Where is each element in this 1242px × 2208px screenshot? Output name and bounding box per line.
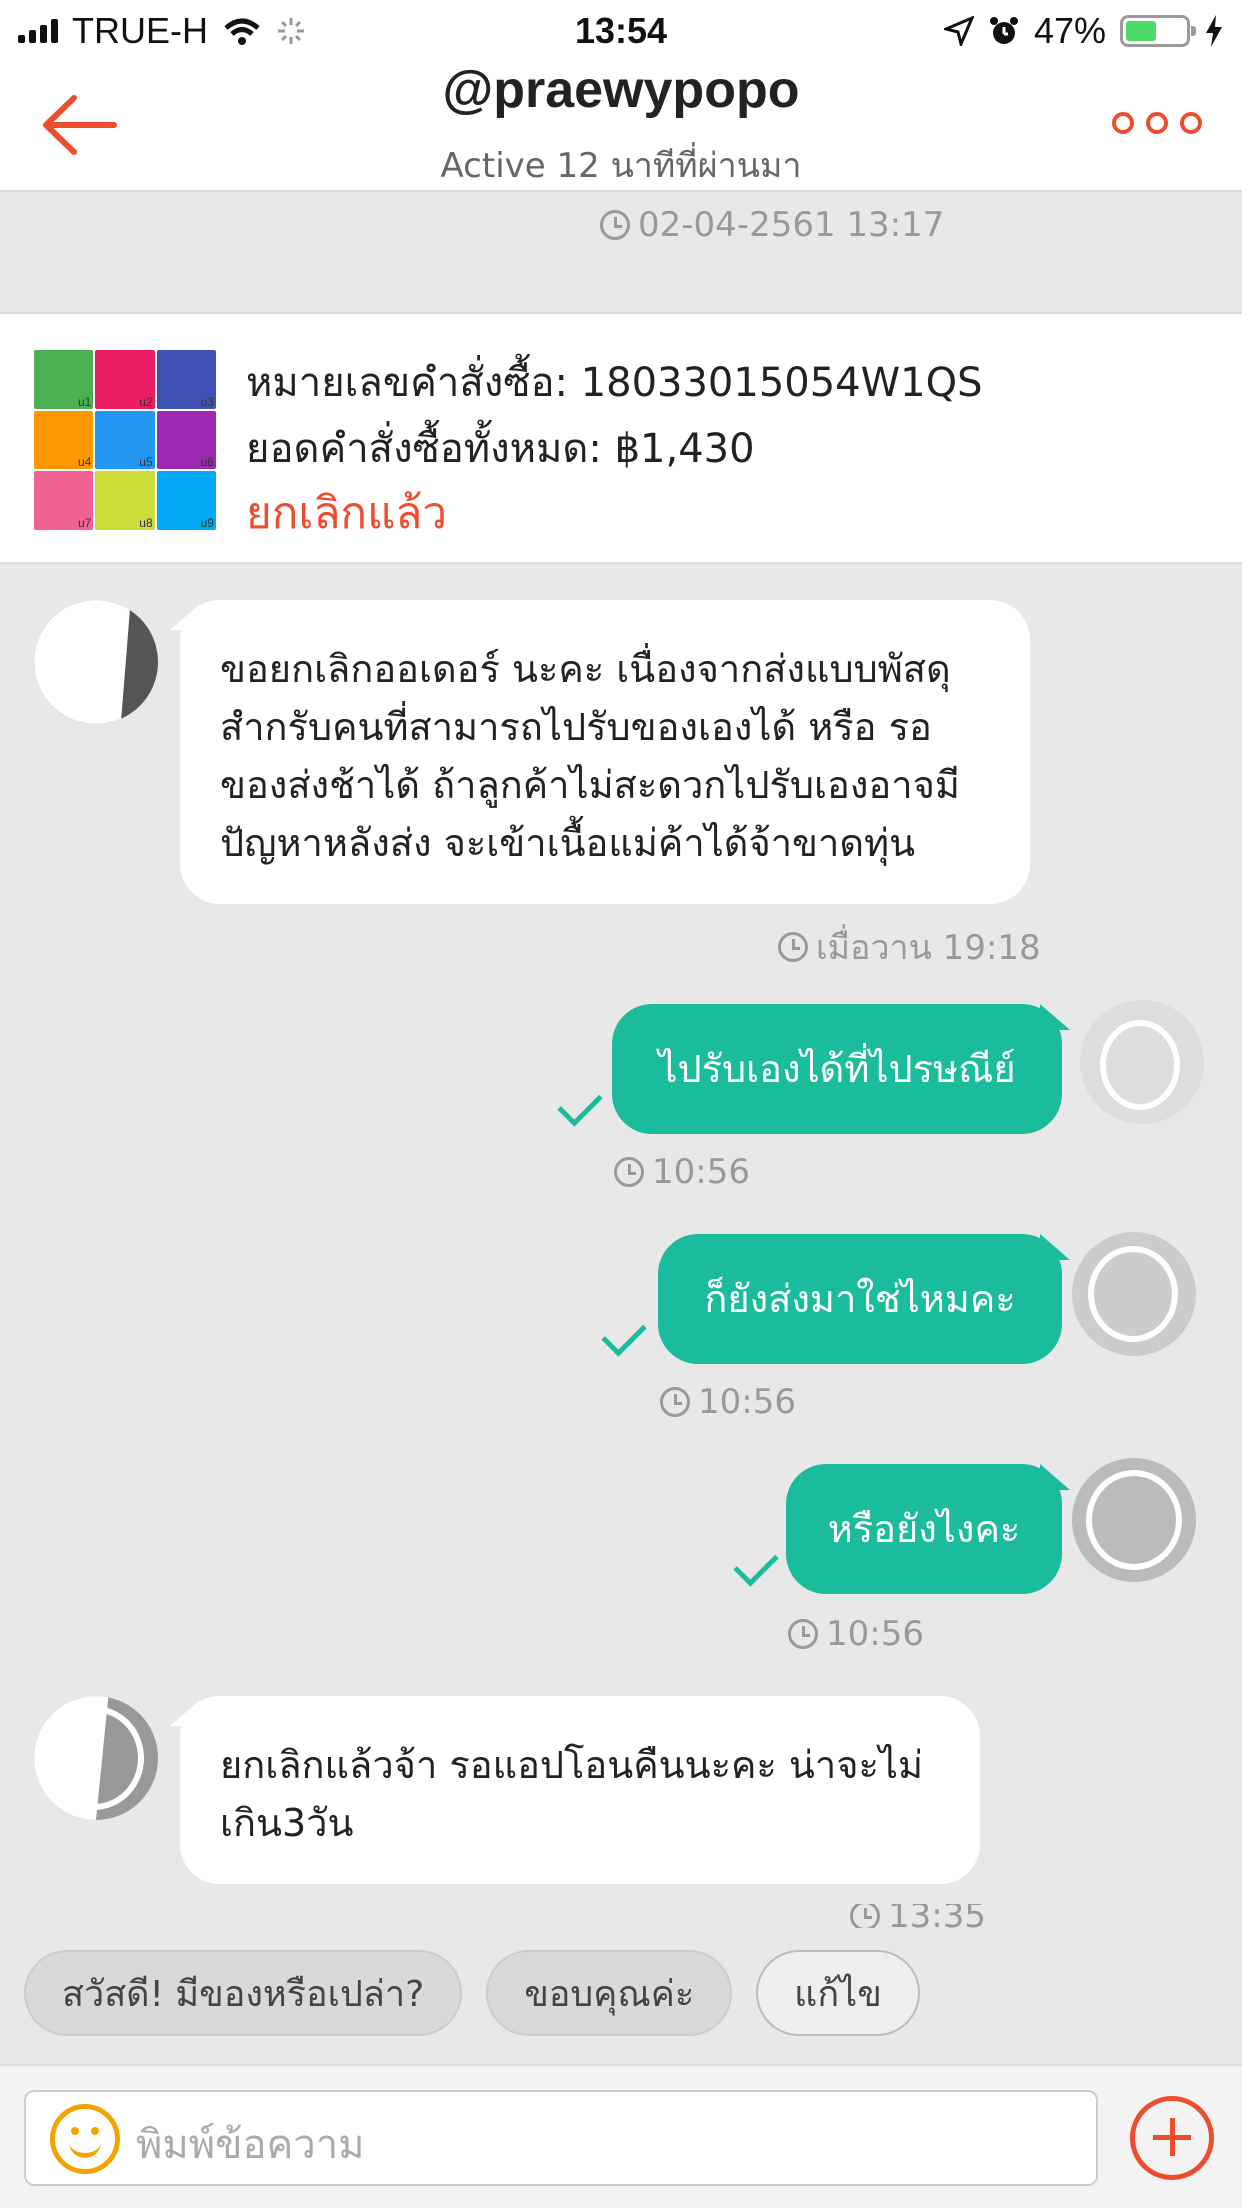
avatar[interactable] bbox=[34, 600, 158, 724]
active-status: Active 12 นาทีที่ผ่านมา bbox=[440, 146, 802, 186]
battery-percent: 47% bbox=[1033, 10, 1106, 51]
clock-icon bbox=[600, 210, 630, 240]
thumbnail-tile-label: u2 bbox=[139, 394, 153, 409]
thumbnail-tile: u3 bbox=[156, 350, 216, 409]
order-number: หมายเลขคำสั่งซื้อ: 18033015054W1QS bbox=[246, 360, 983, 406]
incoming-message-bubble[interactable]: ยกเลิกแล้วจ้า รอแอปโอนคืนนะคะ น่าจะไม่ เ… bbox=[180, 1696, 980, 1884]
charging-bolt-icon bbox=[1206, 15, 1222, 47]
thumbnail-tile-label: u9 bbox=[200, 516, 214, 530]
thumbnail-tile-label: u4 bbox=[77, 455, 92, 470]
status-bar: TRUE-H 13:54 47% bbox=[0, 0, 1242, 60]
message-timestamp: 10:56 bbox=[614, 1152, 750, 1192]
bubble-tail bbox=[1040, 1464, 1070, 1490]
sent-check-icon bbox=[601, 1311, 647, 1357]
thumbnail-tile: u5 bbox=[95, 410, 155, 470]
thumbnail-tile: u1 bbox=[34, 350, 94, 409]
message-timestamp: 10:56 bbox=[660, 1382, 796, 1422]
outgoing-message-bubble[interactable]: ก็ยังส่งมาใช่ไหมคะ bbox=[658, 1234, 1062, 1364]
outgoing-message-bubble[interactable]: ไปรับเองได้ที่ไปรษณีย์ bbox=[612, 1004, 1062, 1134]
quick-replies: สวัสดี! มีของหรือเปล่า? ขอบคุณค่ะ แก้ไข bbox=[24, 1950, 920, 2036]
clock-icon bbox=[788, 1619, 818, 1649]
thumbnail-tile: u6 bbox=[156, 410, 216, 470]
sent-check-icon bbox=[557, 1081, 603, 1127]
more-options-button[interactable] bbox=[1112, 112, 1202, 134]
avatar[interactable] bbox=[1080, 1000, 1204, 1124]
clock-icon bbox=[660, 1387, 690, 1417]
dot-icon bbox=[1146, 112, 1168, 134]
message-timestamp: 02-04-2561 13:17 bbox=[600, 205, 944, 245]
battery-icon bbox=[1120, 15, 1196, 47]
avatar[interactable] bbox=[1072, 1458, 1196, 1582]
message-text: ไปรับเองได้ที่ไปรษณีย์ bbox=[658, 1047, 1016, 1091]
quick-reply-chip[interactable]: สวัสดี! มีของหรือเปล่า? bbox=[24, 1950, 463, 2036]
message-line: ของส่งช้าได้ ถ้าลูกค้าไม่สะดวกไปรับเองอา… bbox=[220, 763, 960, 807]
thumbnail-tile-label: u1 bbox=[77, 394, 92, 409]
clock-icon bbox=[778, 932, 808, 962]
dot-icon bbox=[1112, 112, 1134, 134]
thumbnail-tile: u8 bbox=[95, 471, 155, 530]
clock-icon bbox=[850, 1904, 880, 1928]
location-arrow-icon bbox=[943, 16, 974, 46]
bubble-tail bbox=[1040, 1004, 1070, 1030]
quick-reply-chip[interactable]: ขอบคุณค่ะ bbox=[486, 1950, 733, 2036]
add-attachment-button[interactable] bbox=[1130, 2096, 1214, 2180]
chat-header: @praewypopo Active 12 นาทีที่ผ่านมา bbox=[0, 60, 1242, 192]
emoji-icon[interactable] bbox=[50, 2104, 120, 2174]
status-right: 47% bbox=[943, 10, 1224, 52]
avatar[interactable] bbox=[34, 1696, 158, 1820]
message-text: หรือยังไงคะ bbox=[827, 1507, 1021, 1551]
order-card[interactable]: u1 u2 u3 u4 u5 u6 u7 u8 u9 หมายเลขคำสั่งซื้อ: 18… bbox=[0, 312, 1242, 564]
message-line: สำกรับคนที่สามารถไปรับของเองได้ หรือ รอ bbox=[220, 705, 932, 749]
order-status: ยกเลิกแล้ว bbox=[246, 488, 448, 539]
order-total: ยอดคำสั่งซื้อทั้งหมด: ฿1,430 bbox=[246, 426, 755, 472]
message-input-bar: พิมพ์ข้อความ bbox=[0, 2064, 1242, 2208]
alarm-icon bbox=[989, 17, 1018, 44]
message-timestamp: 10:56 bbox=[788, 1614, 924, 1654]
message-line: เกิน3วัน bbox=[220, 1801, 354, 1845]
message-line: ปัญหาหลังส่ง จะเข้าเนื้อแม่ค้าได้จ้าขาดท… bbox=[220, 821, 916, 865]
thumbnail-tile-label: u8 bbox=[139, 516, 153, 530]
avatar[interactable] bbox=[1072, 1232, 1196, 1356]
message-input[interactable]: พิมพ์ข้อความ bbox=[24, 2090, 1098, 2186]
input-placeholder: พิมพ์ข้อความ bbox=[136, 2122, 365, 2168]
clock-icon bbox=[614, 1157, 644, 1187]
thumbnail-tile-label: u5 bbox=[139, 455, 153, 470]
sent-check-icon bbox=[733, 1541, 779, 1587]
thumbnail-tile: u4 bbox=[34, 410, 94, 470]
message-text: ก็ยังส่งมาใช่ไหมคะ bbox=[704, 1277, 1016, 1321]
edit-quick-replies-button[interactable]: แก้ไข bbox=[756, 1950, 920, 2036]
thumbnail-tile-label: u7 bbox=[77, 516, 92, 530]
product-thumbnail: u1 u2 u3 u4 u5 u6 u7 u8 u9 bbox=[34, 350, 216, 530]
dot-icon bbox=[1180, 112, 1202, 134]
bubble-tail bbox=[1040, 1234, 1070, 1260]
message-timestamp: เมื่อวาน 19:18 bbox=[778, 920, 1041, 974]
thumbnail-tile: u2 bbox=[95, 350, 155, 409]
thumbnail-tile: u7 bbox=[34, 471, 94, 530]
thumbnail-tile: u9 bbox=[156, 471, 216, 530]
thumbnail-tile-label: u3 bbox=[200, 394, 214, 409]
message-line: ยกเลิกแล้วจ้า รอแอปโอนคืนนะคะ น่าจะไม่ bbox=[220, 1743, 924, 1787]
message-line: ขอยกเลิกออเดอร์ นะคะ เนื่องจากส่งแบบพัสด… bbox=[220, 647, 951, 691]
thumbnail-tile-label: u6 bbox=[200, 455, 214, 470]
chat-title: @praewypopo bbox=[442, 61, 800, 119]
outgoing-message-bubble[interactable]: หรือยังไงคะ bbox=[786, 1464, 1062, 1594]
incoming-message-bubble[interactable]: ขอยกเลิกออเดอร์ นะคะ เนื่องจากส่งแบบพัสด… bbox=[180, 600, 1030, 904]
message-timestamp: 13:35 bbox=[850, 1904, 986, 1928]
